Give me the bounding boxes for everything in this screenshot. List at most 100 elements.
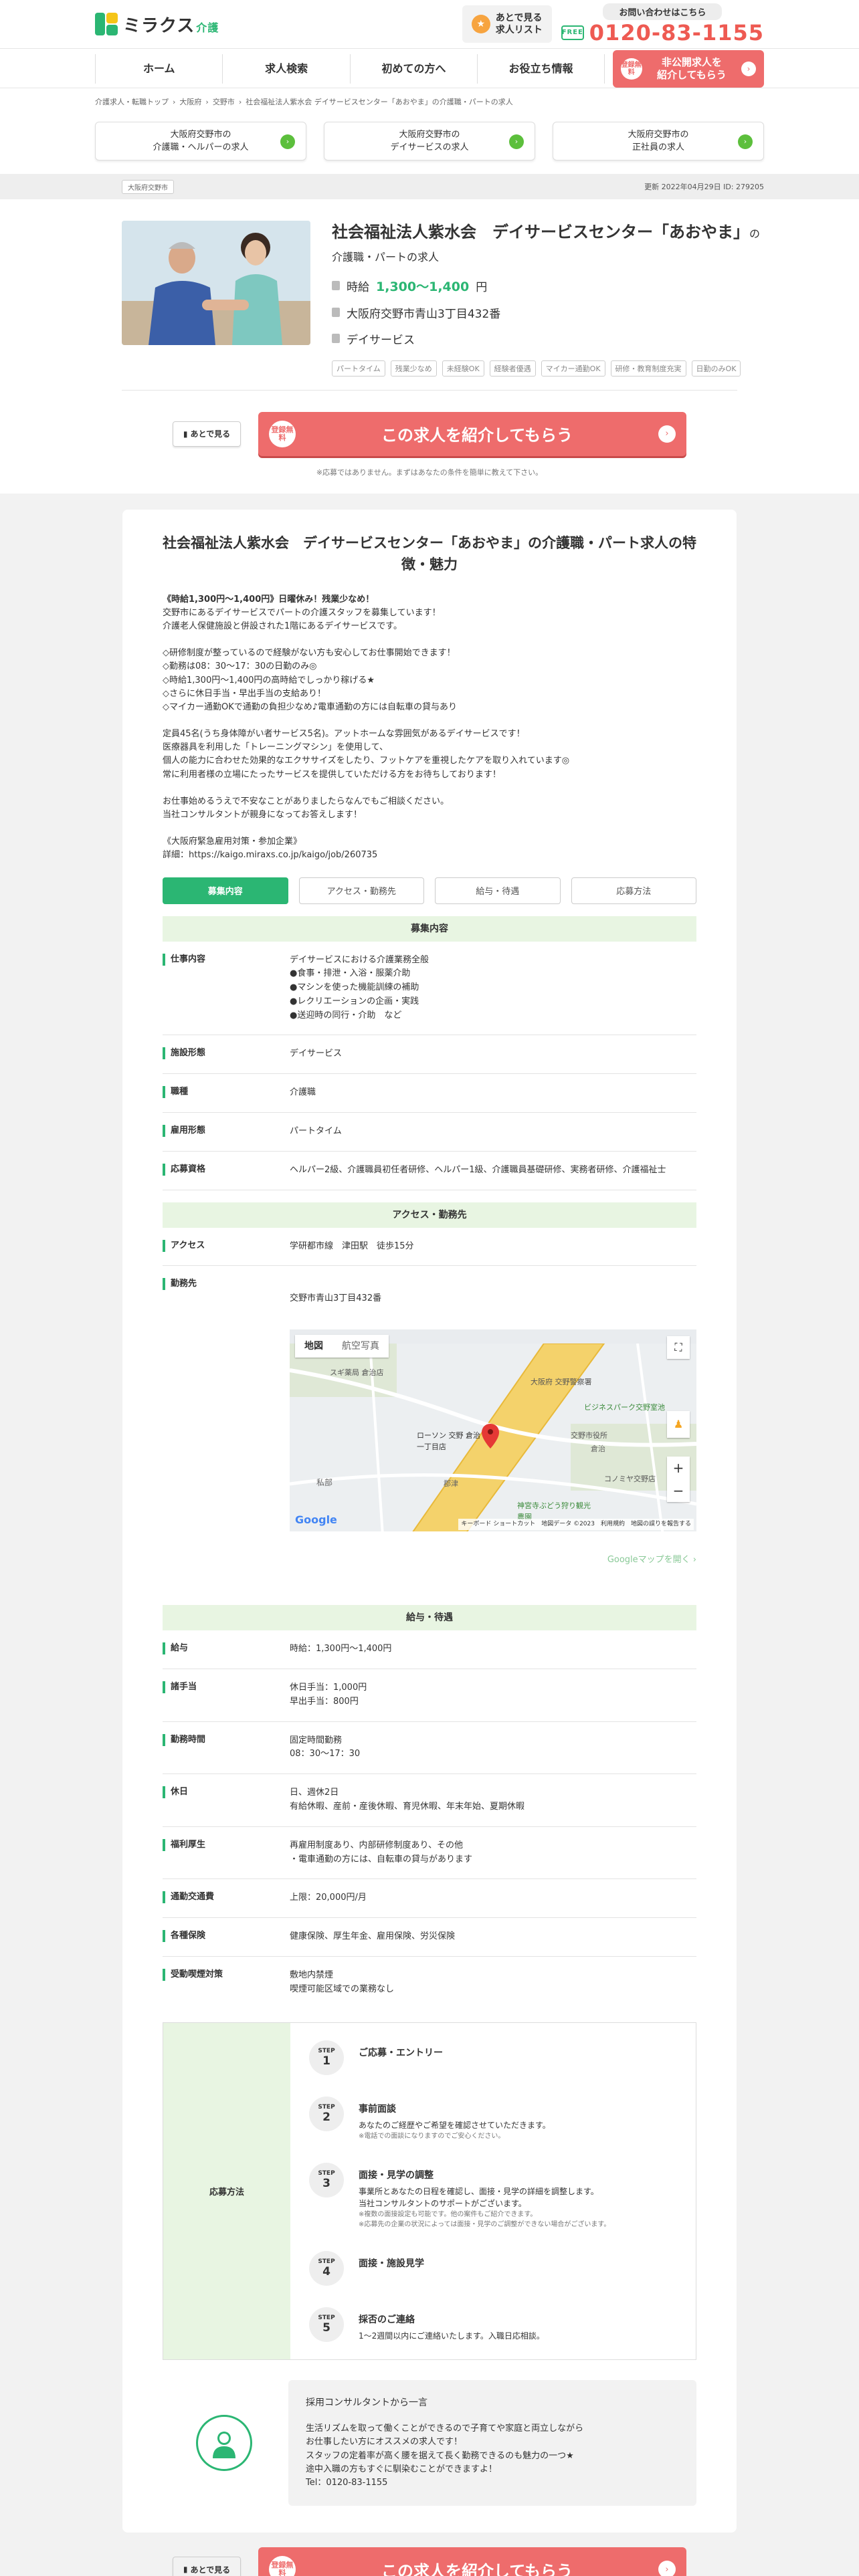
job-summary: 社会福祉法人紫水会 デイサービスセンター「あおやま」の介護職・パートの求人 時給… <box>95 199 764 390</box>
nav-hidden-jobs-button[interactable]: 登録無料 非公開求人を 紹介してもらう › <box>612 50 764 88</box>
job-tag: 研修・教育制度充実 <box>610 360 686 377</box>
row-value: 上限：20,000円/月 <box>290 1893 367 1903</box>
map-label: 交野市役所 <box>571 1430 607 1440</box>
introduce-job-button[interactable]: 登録無料 この求人を紹介してもらう › <box>258 411 686 456</box>
chevron-right-icon: › <box>738 134 753 149</box>
row-label: 勤務先 <box>163 1278 290 1291</box>
table-row: 雇用形態 パートタイム <box>163 1113 696 1152</box>
detail-area: 社会福祉法人紫水会 デイサービスセンター「あおやま」の介護職・パート求人の特徴・… <box>0 493 859 2576</box>
free-badge: 登録無料 <box>269 2556 296 2576</box>
introduce-job-label: この求人を紹介してもらう <box>381 2561 573 2576</box>
tab-access[interactable]: アクセス・勤務先 <box>298 877 424 904</box>
zoom-out-icon[interactable]: − <box>667 1479 690 1502</box>
related-link-fulltime[interactable]: 大阪府交野市の 正社員の求人 › <box>553 122 764 160</box>
breadcrumb-city[interactable]: 交野市 <box>213 96 235 107</box>
google-logo: Google <box>295 1513 337 1527</box>
apply-step: STEP 4 面接・施設見学 <box>309 2250 677 2286</box>
yen-icon <box>332 281 340 291</box>
map-tab-map[interactable]: 地図 <box>295 1335 332 1358</box>
nav-job-search[interactable]: 求人検索 <box>222 54 349 84</box>
fullscreen-icon[interactable]: ⛶ <box>667 1335 690 1359</box>
table-row: 給与 時給：1,300円〜1,400円 <box>163 1630 696 1670</box>
row-label: 勤務時間 <box>163 1733 290 1746</box>
nav-useful-info[interactable]: お役立ち情報 <box>477 54 605 84</box>
row-value: デイサービスにおける介護業務全般 ●食事・排泄・入浴・服薬介助 ●マシンを使った… <box>290 954 430 1021</box>
detail-description: 《時給1,300円〜1,400円》日曜休み！残業少なめ！ 交野市にあるデイサービ… <box>163 593 696 863</box>
related-link-helper[interactable]: 大阪府交野市の 介護職・ヘルパーの求人 › <box>95 122 306 160</box>
table-row: 仕事内容 デイサービスにおける介護業務全般 ●食事・排泄・入浴・服薬介助 ●マシン… <box>163 942 696 1036</box>
wage-unit: 円 <box>476 280 488 294</box>
google-map[interactable]: 地図 航空写真 ⛶ ♟ + − 大阪府 交野警察署 ローソン 交野 倉治一丁目店… <box>290 1329 696 1531</box>
breadcrumb-prefecture[interactable]: 大阪府 <box>179 96 201 107</box>
consultant-title: 採用コンサルタントから一言 <box>306 2397 427 2408</box>
tab-salary[interactable]: 給与・待遇 <box>435 877 561 904</box>
cta-note: ※応募ではありません。まずはあなたの条件を簡単に教えて下さい。 <box>316 467 543 477</box>
apply-label: 応募方法 <box>163 2022 290 2359</box>
area-tag: 大阪府交野市 <box>122 179 174 194</box>
step-number: STEP 5 <box>309 2306 344 2342</box>
table-row: 応募資格 ヘルパー2級、介護職員初任者研修、ヘルパー1級、介護職員基礎研修、実務者… <box>163 1152 696 1190</box>
breadcrumb: 介護求人・転職トップ › 大阪府 › 交野市 › 社会福祉法人紫水会 デイサービスセン… <box>95 96 513 107</box>
zoom-in-icon[interactable]: + <box>667 1457 690 1479</box>
map-label: コノミヤ交野店 <box>604 1474 656 1483</box>
header-tel-link[interactable]: FREE 0120-83-1155 <box>561 20 764 45</box>
detail-lead: 《時給1,300円〜1,400円》日曜休み！残業少なめ！ <box>163 594 375 605</box>
row-value: パートタイム <box>290 1126 342 1137</box>
detail-body: 交野市にあるデイサービスでパートの介護スタッフを募集しています！ 介護老人保健施… <box>163 607 570 861</box>
step-title: 面接・見学の調整 <box>359 2169 434 2181</box>
nav-home[interactable]: ホーム <box>95 54 222 84</box>
site-logo[interactable]: ミラクス 介護 <box>95 12 219 37</box>
job-photo <box>122 221 310 345</box>
save-later-button[interactable]: ▮ あとで見る <box>173 421 241 447</box>
address: 大阪府交野市青山3丁目432番 <box>347 307 501 321</box>
job-tag: パートタイム <box>332 360 385 377</box>
step-title: 面接・施設見学 <box>359 2258 424 2269</box>
nav-first-time[interactable]: 初めての方へ <box>349 54 477 84</box>
breadcrumb-current: 社会福祉法人紫水会 デイサービスセンター「あおやま」の介護職・パートの求人 <box>246 98 513 106</box>
contact-block: お問い合わせはこちら FREE 0120-83-1155 <box>561 3 764 45</box>
step-number: STEP 4 <box>309 2250 344 2286</box>
row-value: デイサービス <box>290 1049 343 1059</box>
row-value: 再雇用制度あり、内部研修制度あり、その他 ・電車通勤の方には、自転車の貸与があり… <box>290 1840 473 1864</box>
wage-prefix: 時給 <box>347 280 369 294</box>
save-later-button[interactable]: ▮ あとで見る <box>173 2557 241 2576</box>
related-links: 大阪府交野市の 介護職・ヘルパーの求人 › 大阪府交野市の デイサービスの求人 … <box>95 115 764 174</box>
table-row: 施設形態 デイサービス <box>163 1035 696 1075</box>
step-text: あなたのご経歴やご希望を確認させていただきます。 <box>359 2120 551 2130</box>
nav-cta-label: 非公開求人を 紹介してもらう <box>656 56 727 82</box>
consultant-box: 採用コンサルタントから一言 生活リズムを取って働くことができるので子育てや家庭と両… <box>288 2379 696 2506</box>
related-link-label: 大阪府交野市の 正社員の求人 <box>628 129 689 153</box>
introduce-job-button[interactable]: 登録無料 この求人を紹介してもらう › <box>258 2547 686 2576</box>
saved-list-label: あとで見る 求人リスト <box>495 12 543 35</box>
breadcrumb-top[interactable]: 介護求人・転職トップ <box>95 96 169 107</box>
step-title: ご応募・エントリー <box>359 2047 443 2058</box>
chevron-right-icon: › <box>741 62 756 76</box>
row-label: 職種 <box>163 1086 290 1099</box>
row-value: 休日手当：1,000円 早出手当：800円 <box>290 1683 367 1707</box>
apply-step: STEP 3 面接・見学の調整 事業所とあなたの日程を確認し、面接・見学の詳細を調整… <box>309 2162 677 2230</box>
step-note: ※電話での面談になりますのでご安心ください。 <box>359 2132 505 2140</box>
job-tag: マイカー通勤OK <box>541 360 605 377</box>
step-text: 1〜2週間以内にご連絡いたします。入職日応相談。 <box>359 2331 545 2341</box>
table-row: 受動喫煙対策 敷地内禁煙 喫煙可能区域での業務なし <box>163 1957 696 2009</box>
row-value: 学研都市線 津田駅 徒歩15分 <box>290 1241 414 1251</box>
job-tags: パートタイム 残業少なめ 未経験OK 経験者優遇 マイカー通勤OK 研修・教育制… <box>332 360 760 377</box>
open-google-maps-link[interactable]: Googleマップを開く › <box>290 1553 696 1568</box>
pin-icon <box>332 308 340 318</box>
row-label: 各種保険 <box>163 1930 290 1943</box>
row-value: 交野市青山3丁目432番 <box>290 1293 382 1304</box>
related-link-dayservice[interactable]: 大阪府交野市の デイサービスの求人 › <box>324 122 535 160</box>
cta-row-top: ▮ あとで見る 登録無料 この求人を紹介してもらう › <box>122 389 737 467</box>
map-tab-photo[interactable]: 航空写真 <box>332 1335 389 1358</box>
tab-recruitment[interactable]: 募集内容 <box>163 877 288 904</box>
table-row: 休日 日、週休2日 有給休暇、産前・産後休暇、育児休暇、年末年始、夏期休暇 <box>163 1774 696 1827</box>
job-tag: 残業少なめ <box>390 360 437 377</box>
chevron-right-icon: › <box>692 1554 696 1565</box>
facility-row: デイサービス <box>332 330 760 347</box>
map-type-control: 地図 航空写真 <box>295 1334 389 1358</box>
street-view-icon[interactable]: ♟ <box>667 1410 690 1438</box>
detail-card: 社会福祉法人紫水会 デイサービスセンター「あおやま」の介護職・パート求人の特徴・… <box>122 509 737 2533</box>
tab-apply[interactable]: 応募方法 <box>571 877 696 904</box>
saved-list-button[interactable]: ★ あとで見る 求人リスト <box>462 5 552 43</box>
apply-step: STEP 2 事前面談 あなたのご経歴やご希望を確認させていただきます。 ※電話での面… <box>309 2096 677 2141</box>
